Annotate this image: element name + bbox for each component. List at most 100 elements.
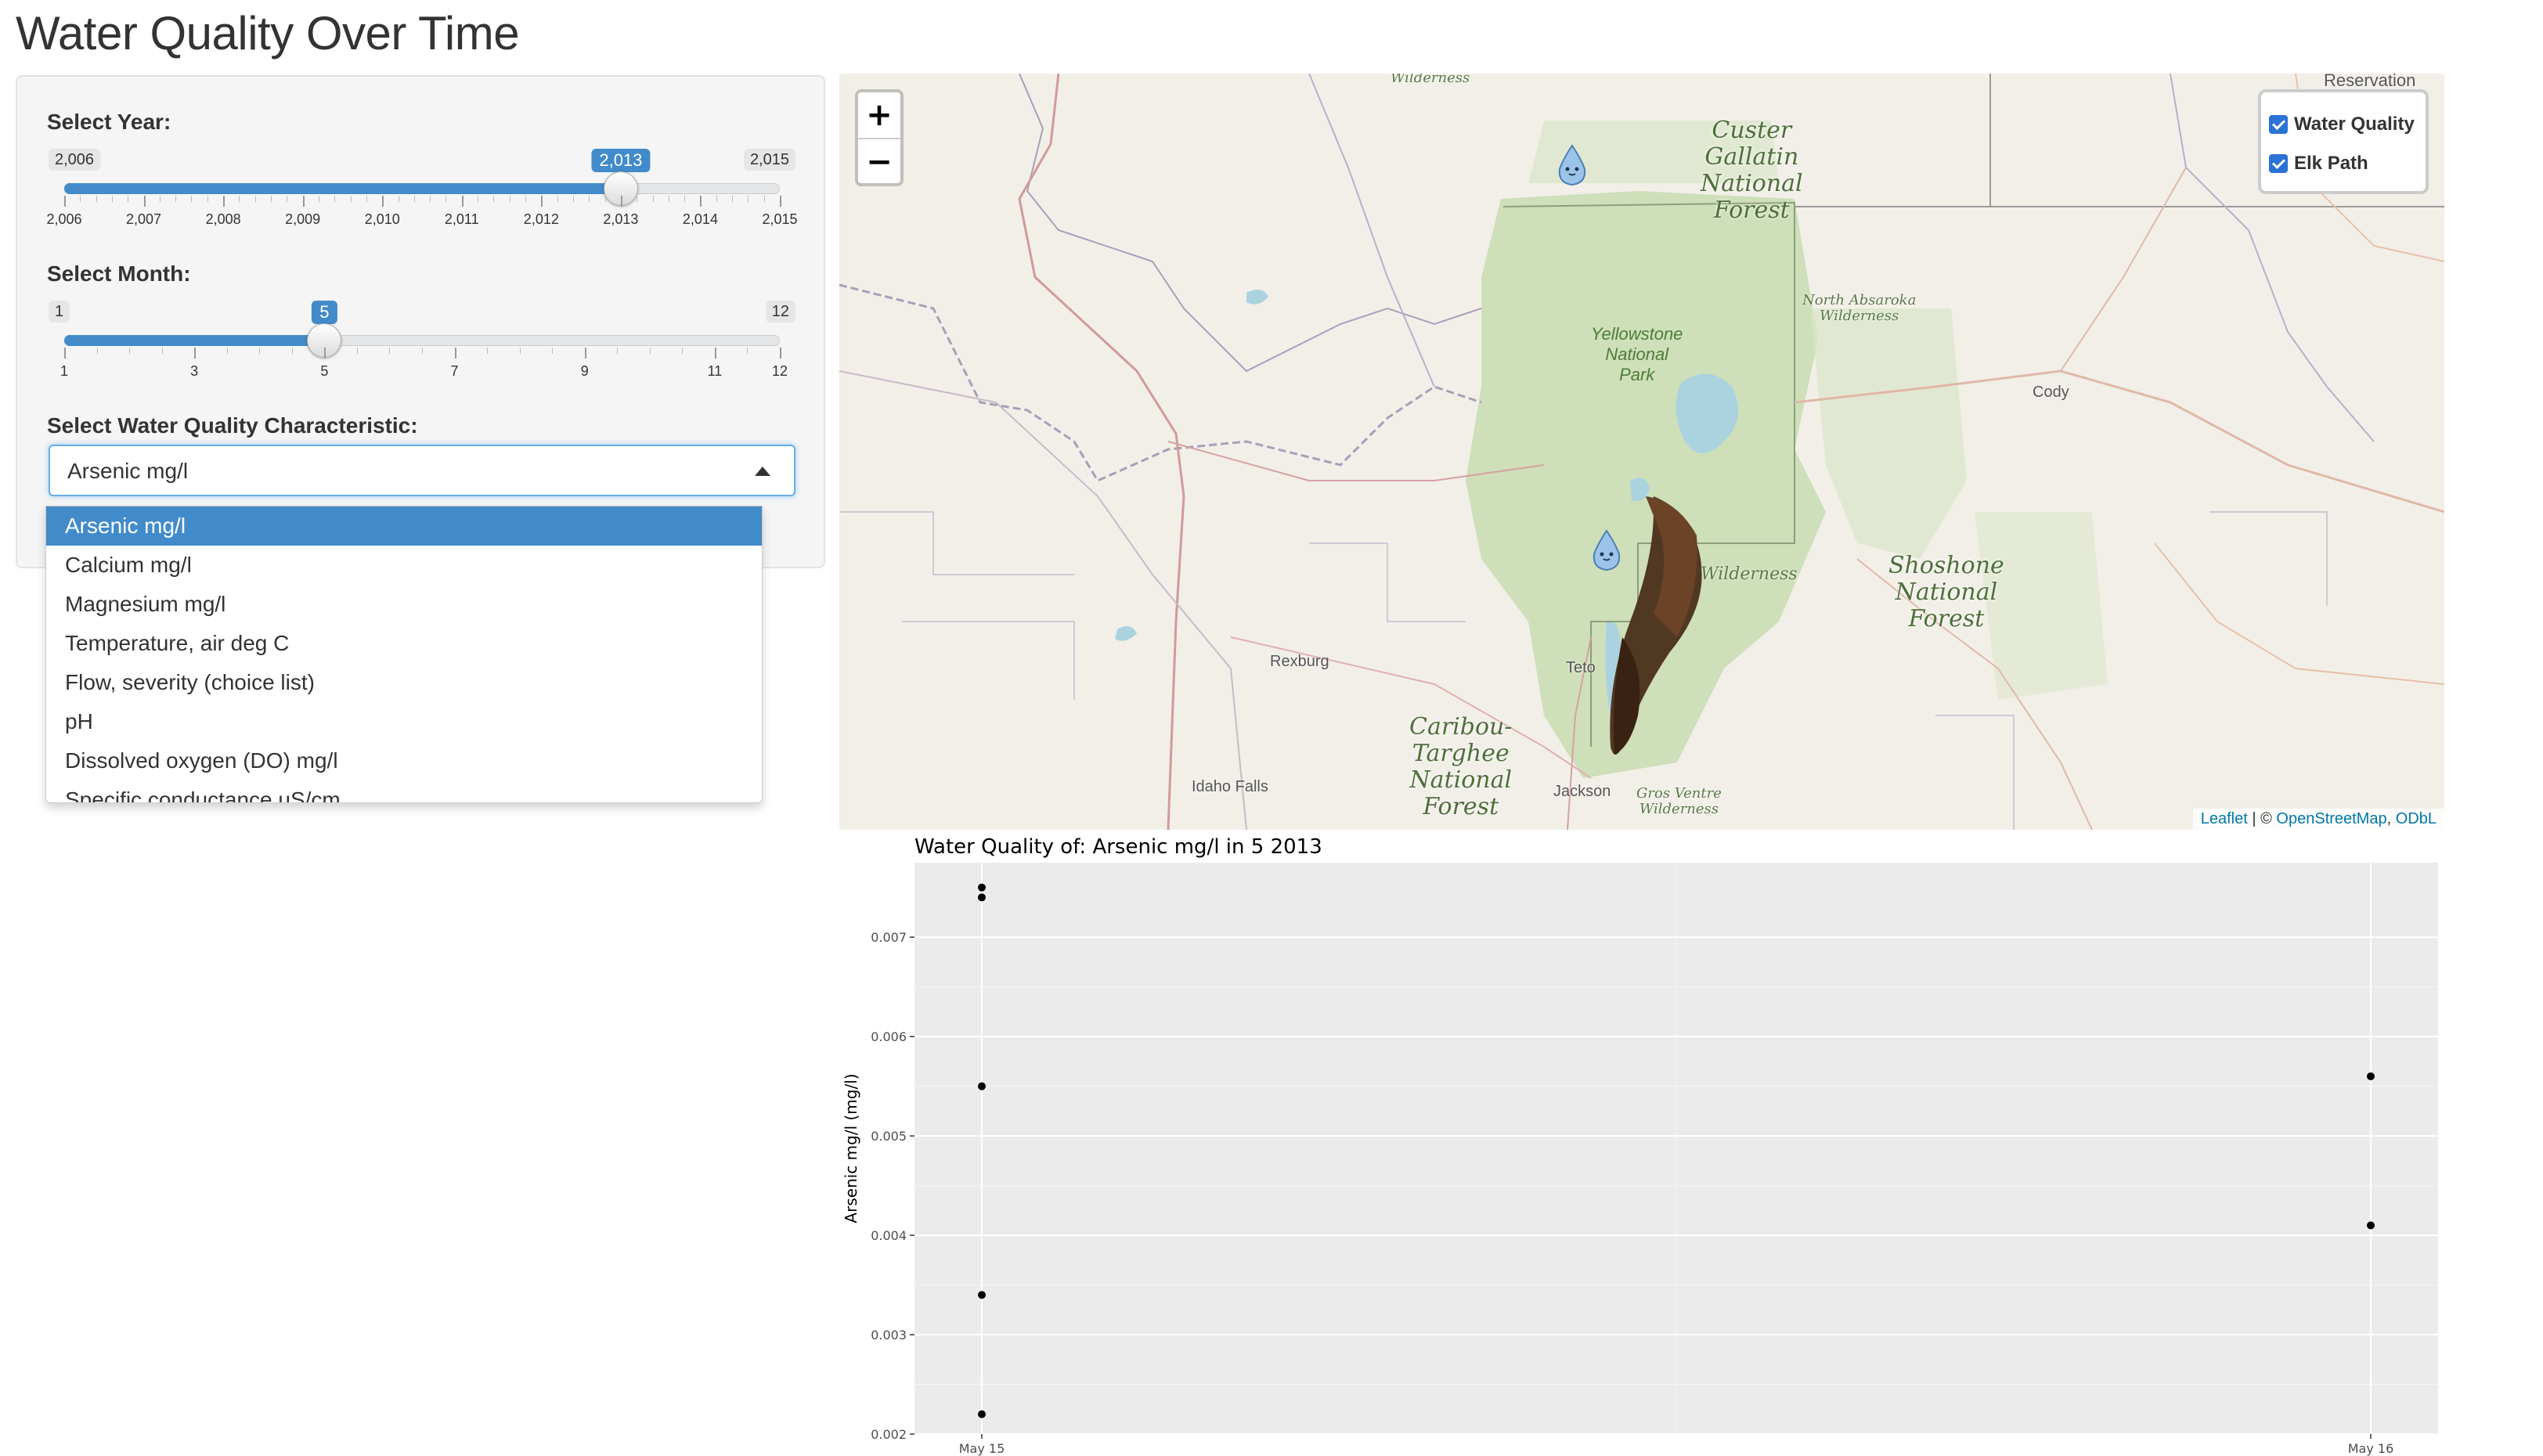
label-shoshone: Shoshone National Forest <box>1888 552 2004 632</box>
year-minor-tick <box>413 196 415 202</box>
year-major-tick <box>620 196 622 207</box>
layer-water-quality[interactable]: Water Quality <box>2269 105 2418 144</box>
chart-data-point <box>2367 1072 2375 1080</box>
year-minor-tick <box>732 196 734 202</box>
layer-control: Water Quality Elk Path <box>2258 89 2429 194</box>
characteristic-option[interactable]: Dissolved oxygen (DO) mg/l <box>46 741 762 780</box>
month-minor-tick <box>682 348 684 354</box>
month-slider[interactable]: 1 12 5 1 3 5 7 9 11 12 <box>49 301 795 395</box>
label-yellowstone: Yellowstone National Park <box>1591 324 1683 384</box>
checkbox-checked-icon[interactable] <box>2269 154 2288 173</box>
year-minor-tick <box>334 196 336 202</box>
characteristic-select[interactable]: Arsenic mg/l <box>49 445 795 496</box>
year-minor-tick <box>604 196 606 202</box>
layer-elk-path-label: Elk Path <box>2294 153 2368 174</box>
month-slider-max: 12 <box>765 301 795 323</box>
year-tick-label: 2,010 <box>364 211 400 227</box>
month-minor-tick <box>389 348 391 354</box>
month-minor-tick <box>356 348 358 354</box>
year-minor-tick <box>159 196 161 202</box>
osm-link[interactable]: OpenStreetMap <box>2276 810 2386 827</box>
year-tick-label: 2,007 <box>126 211 162 227</box>
month-minor-tick <box>649 348 651 354</box>
chart-y-tick-label: 0.006 <box>871 1029 907 1044</box>
layer-water-quality-label: Water Quality <box>2294 114 2415 135</box>
characteristic-dropdown[interactable]: Arsenic mg/l Calcium mg/l Magnesium mg/l Te… <box>45 506 763 803</box>
year-minor-tick <box>572 196 574 202</box>
zoom-in-button[interactable]: + <box>858 92 900 138</box>
month-slider-min: 1 <box>49 301 70 323</box>
characteristic-option[interactable]: Magnesium mg/l <box>46 585 762 624</box>
characteristic-label: Select Water Quality Characteristic: <box>47 413 418 438</box>
month-minor-tick <box>161 348 163 354</box>
year-minor-tick <box>684 196 686 202</box>
caret-up-icon[interactable] <box>755 467 770 476</box>
characteristic-option[interactable]: Flow, severity (choice list) <box>46 663 762 702</box>
chart-data-point <box>978 883 986 892</box>
year-major-tick <box>541 196 543 207</box>
chart-title: Water Quality of: Arsenic mg/l in 5 2013 <box>914 835 1322 859</box>
label-jackson: Jackson <box>1553 783 1611 800</box>
chart-y-axis: 0.002 0.003 0.004 0.005 0.006 0.007 <box>871 930 914 1442</box>
year-minor-tick <box>207 196 208 202</box>
water-quality-chart: Water Quality of: Arsenic mg/l in 5 2013… <box>842 835 2438 1456</box>
characteristic-option[interactable]: Temperature, air deg C <box>46 624 762 663</box>
month-slider-label: Select Month: <box>47 261 191 286</box>
attribution-sep: | © <box>2247 810 2277 827</box>
water-drop-marker-icon[interactable] <box>1588 528 1625 575</box>
month-minor-tick <box>226 348 228 354</box>
characteristic-option[interactable]: pH <box>46 702 762 741</box>
zoom-out-button[interactable]: − <box>858 138 900 183</box>
month-tick-label: 11 <box>707 363 723 379</box>
page-title: Water Quality Over Time <box>16 7 520 59</box>
chart-x-tick-label: May 15 <box>959 1441 1005 1456</box>
odbl-link[interactable]: ODbL <box>2396 810 2437 827</box>
month-major-tick <box>324 348 326 359</box>
year-slider[interactable]: 2,006 2,015 2,013 2,006 2,007 2,008 2,009 2,… <box>46 149 798 243</box>
year-tick-label: 2,013 <box>603 211 639 227</box>
characteristic-option[interactable]: Calcium mg/l <box>46 546 762 585</box>
chart-data-point <box>978 893 986 902</box>
year-major-tick <box>223 196 225 207</box>
year-slider-label: Select Year: <box>47 110 171 134</box>
year-minor-tick <box>557 196 558 202</box>
month-major-tick <box>584 348 586 359</box>
month-major-tick <box>194 348 197 359</box>
month-tick-label: 12 <box>771 363 788 379</box>
label-reservation: Reservation <box>2324 74 2416 90</box>
characteristic-option[interactable]: Arsenic mg/l <box>46 506 762 546</box>
year-tick-label: 2,006 <box>46 211 82 227</box>
month-slider-value: 5 <box>312 301 337 327</box>
month-minor-tick <box>291 348 293 354</box>
characteristic-option[interactable]: Specific conductance uS/cm <box>46 780 762 802</box>
map-view[interactable]: + − Water Quality Elk Path Custer Gallat… <box>839 74 2444 830</box>
chart-y-tick-label: 0.003 <box>871 1328 907 1342</box>
month-tick-label: 3 <box>190 363 199 379</box>
year-minor-tick <box>350 196 352 202</box>
year-minor-tick <box>525 196 527 202</box>
month-tick-label: 9 <box>580 363 589 379</box>
label-custer-gallatin: Custer Gallatin National Forest <box>1701 117 1803 224</box>
month-slider-bar <box>64 335 325 346</box>
month-major-tick <box>454 348 456 359</box>
water-drop-marker-icon[interactable] <box>1553 142 1591 189</box>
year-slider-value: 2,013 <box>591 149 651 175</box>
year-major-tick <box>780 196 781 207</box>
year-minor-tick <box>652 196 654 202</box>
map-base-tiles <box>839 74 2444 830</box>
year-major-tick <box>382 196 384 207</box>
year-minor-tick <box>430 196 431 202</box>
month-slider-ticks: 1 3 5 7 9 11 12 <box>60 348 788 395</box>
chart-data-point <box>978 1410 986 1418</box>
checkbox-checked-icon[interactable] <box>2269 115 2288 134</box>
chart-y-tick-label: 0.005 <box>871 1129 907 1144</box>
leaflet-link[interactable]: Leaflet <box>2201 810 2248 827</box>
month-minor-tick <box>519 348 521 354</box>
label-north-absaroka: North Absaroka Wilderness <box>1802 292 1917 324</box>
chart-y-tick-label: 0.002 <box>871 1427 907 1442</box>
year-major-tick <box>302 196 305 207</box>
chart-y-label: Arsenic mg/l (mg/l) <box>842 1073 860 1223</box>
chart-data-point <box>978 1082 986 1090</box>
layer-elk-path[interactable]: Elk Path <box>2269 144 2418 183</box>
chart-data-point <box>2367 1221 2375 1230</box>
